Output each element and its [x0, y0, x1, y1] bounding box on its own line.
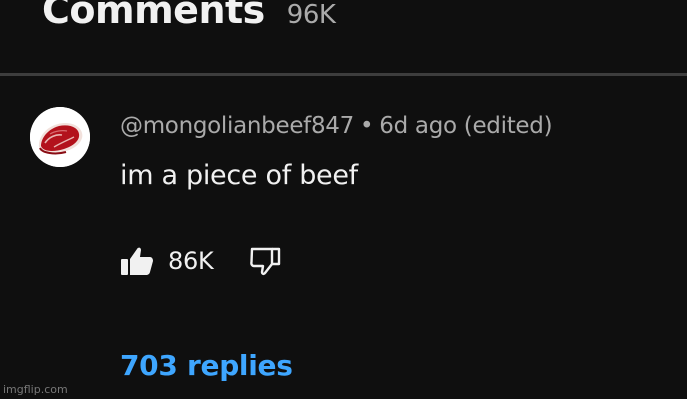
header-divider [0, 73, 687, 76]
avatar[interactable] [30, 107, 90, 167]
meta-separator: • [359, 113, 374, 139]
thumbs-up-icon [121, 247, 153, 275]
comment-meta: @mongolianbeef847 • 6d ago (edited) [120, 113, 553, 139]
comments-header: Comments 96K [42, 0, 336, 40]
like-button[interactable] [120, 246, 154, 276]
comments-title: Comments [42, 0, 265, 32]
comments-panel: Comments 96K @mongolianbeef847 • 6d ago (e… [0, 0, 687, 399]
comment-actions: 86K [120, 243, 283, 279]
like-count: 86K [168, 247, 214, 275]
comment-author[interactable]: @mongolianbeef847 [120, 113, 354, 139]
comments-count: 96K [286, 0, 336, 30]
dislike-button[interactable] [249, 246, 283, 276]
thumbs-down-icon [250, 247, 281, 276]
comment-timestamp: 6d ago (edited) [379, 113, 553, 139]
replies-button[interactable]: 703 replies [120, 349, 293, 382]
watermark: imgflip.com [3, 383, 68, 396]
beef-steak-avatar-icon [30, 107, 90, 167]
comment-text: im a piece of beef [120, 160, 358, 191]
